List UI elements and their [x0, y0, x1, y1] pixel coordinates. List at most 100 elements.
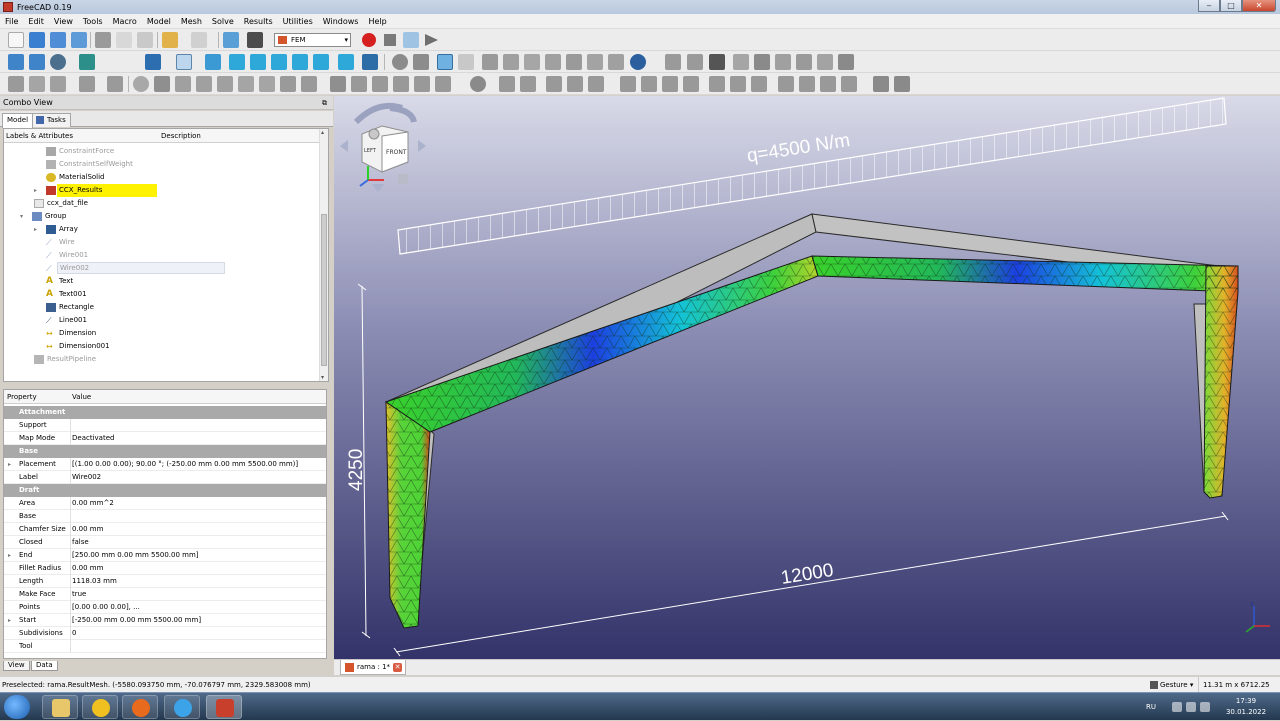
- prop-make-face[interactable]: Make Face true: [4, 588, 326, 601]
- prop-value[interactable]: 0: [72, 627, 76, 640]
- prop-end[interactable]: ▸ End [250.00 mm 0.00 mm 5500.00 mm]: [4, 549, 326, 562]
- initial-temperature-icon[interactable]: [641, 76, 657, 92]
- prop-chamfer-size[interactable]: Chamfer Size 0.00 mm: [4, 523, 326, 536]
- draw-style-icon[interactable]: [50, 54, 66, 70]
- transform-icon[interactable]: [709, 76, 725, 92]
- paste-icon[interactable]: [137, 32, 153, 48]
- result-cut-icon[interactable]: [817, 54, 833, 70]
- material-icon[interactable]: [630, 54, 646, 70]
- polygon-icon[interactable]: [196, 76, 212, 92]
- link-icon[interactable]: [50, 76, 66, 92]
- mesh-grid-icon[interactable]: [458, 54, 474, 70]
- taskbar-freecad[interactable]: [206, 695, 242, 719]
- pulley-icon[interactable]: [778, 76, 794, 92]
- equation-icon[interactable]: [709, 54, 725, 70]
- bspline-icon[interactable]: [217, 76, 233, 92]
- results-show-icon[interactable]: [733, 54, 749, 70]
- language-indicator[interactable]: RU: [1146, 693, 1156, 721]
- expand-arrow-icon[interactable]: ▸: [34, 223, 42, 236]
- document-tab-rama[interactable]: rama : 1* ✕: [340, 660, 406, 675]
- scroll-down-icon[interactable]: ▾: [321, 374, 324, 381]
- flux-icon[interactable]: [546, 76, 562, 92]
- new-document-icon[interactable]: [8, 32, 24, 48]
- isometric-view-icon[interactable]: [176, 54, 192, 70]
- solver-calculix-icon[interactable]: [665, 54, 681, 70]
- whats-this-icon[interactable]: [247, 32, 263, 48]
- 3d-scene[interactable]: q=4500 N/m 4250 12000 FRONT LEFT z: [334, 96, 1280, 659]
- right-view-icon[interactable]: [250, 54, 266, 70]
- expand-arrow-icon[interactable]: ▸: [8, 614, 11, 627]
- prop-fillet-radius[interactable]: Fillet Radius 0.00 mm: [4, 562, 326, 575]
- nav-right-arrow-icon[interactable]: [418, 140, 426, 152]
- tree-item-ccx-results[interactable]: ▸ CCX_Results: [34, 184, 234, 197]
- temperature-icon[interactable]: [683, 76, 699, 92]
- constraint-force-icon[interactable]: [587, 54, 603, 70]
- prop-value[interactable]: 0.00 mm^2: [72, 497, 114, 510]
- front-view-icon[interactable]: [205, 54, 221, 70]
- constraint-fixed-icon[interactable]: [482, 54, 498, 70]
- tree-item-resultpipeline[interactable]: ResultPipeline: [32, 353, 232, 366]
- prop-value[interactable]: 0.00 mm: [72, 523, 103, 536]
- link-actions-icon[interactable]: [79, 76, 95, 92]
- close-tab-icon[interactable]: ✕: [393, 663, 402, 672]
- tree-scroll-thumb[interactable]: [321, 214, 327, 366]
- tree-item-materialsolid[interactable]: MaterialSolid: [44, 171, 244, 184]
- solver-elmer-icon[interactable]: [687, 54, 703, 70]
- prop-value[interactable]: [250.00 mm 0.00 mm 5500.00 mm]: [72, 549, 199, 562]
- menu-help[interactable]: Help: [363, 17, 391, 26]
- expand-arrow-icon[interactable]: ▸: [34, 184, 42, 197]
- circle-icon[interactable]: [133, 76, 149, 92]
- macro-run-icon[interactable]: [425, 34, 438, 46]
- tab-data[interactable]: Data: [31, 661, 58, 671]
- prop-base[interactable]: Base: [4, 510, 326, 523]
- menu-solve[interactable]: Solve: [207, 17, 239, 26]
- left-view-2-icon[interactable]: [338, 54, 354, 70]
- tree-item-ccx-dat-file[interactable]: ccx_dat_file: [32, 197, 232, 210]
- redo-icon[interactable]: [191, 32, 207, 48]
- stereo-icon[interactable]: [145, 54, 161, 70]
- taskbar-clock[interactable]: 17:39 30.01.2022: [1216, 693, 1276, 721]
- group-attachment[interactable]: Attachment: [4, 406, 326, 419]
- nav-down-arrow-icon[interactable]: [372, 184, 384, 192]
- prop-value[interactable]: 1118.03 mm: [72, 575, 117, 588]
- menu-view[interactable]: View: [49, 17, 78, 26]
- prop-value[interactable]: [(1.00 0.00 0.00); 90.00 °; (-250.00 mm …: [72, 458, 298, 471]
- part-icon[interactable]: [8, 76, 24, 92]
- purge-results-icon[interactable]: [754, 54, 770, 70]
- tree-item-wire[interactable]: ⟋ Wire: [44, 236, 244, 249]
- section-icon[interactable]: [799, 76, 815, 92]
- prop-label[interactable]: Label Wire002: [4, 471, 326, 484]
- write-input-icon[interactable]: [499, 76, 515, 92]
- heat-icon[interactable]: [588, 76, 604, 92]
- prop-value[interactable]: Wire002: [72, 471, 101, 484]
- prop-points[interactable]: Points [0.00 0.00 0.00], ...: [4, 601, 326, 614]
- group-base[interactable]: Base: [4, 445, 326, 458]
- menu-results[interactable]: Results: [239, 17, 278, 26]
- result-filter-icon[interactable]: [775, 54, 791, 70]
- minimize-button[interactable]: ‒: [1198, 0, 1220, 12]
- prop-tool[interactable]: Tool: [4, 640, 326, 653]
- tab-model[interactable]: Model: [2, 113, 34, 128]
- tree-item-line001[interactable]: ⟋ Line001: [44, 314, 244, 327]
- prop-start[interactable]: ▸ Start [-250.00 mm 0.00 mm 5500.00 mm]: [4, 614, 326, 627]
- bearing-icon[interactable]: [730, 76, 746, 92]
- prop-map-mode[interactable]: Map Mode Deactivated: [4, 432, 326, 445]
- workbench-selector[interactable]: FEM ▾: [274, 33, 351, 47]
- nav-left-arrow-icon[interactable]: [340, 140, 348, 152]
- macro-record-icon[interactable]: [362, 33, 376, 47]
- tree-item-text001[interactable]: A Text001: [44, 288, 244, 301]
- fluid-icon[interactable]: [620, 76, 636, 92]
- measure-distance-icon[interactable]: [362, 54, 378, 70]
- results-pipeline-icon[interactable]: [437, 54, 453, 70]
- analysis-container-icon[interactable]: [392, 54, 408, 70]
- tree-item-text[interactable]: A Text: [44, 275, 244, 288]
- constraint-tie-icon[interactable]: [545, 54, 561, 70]
- prop-support[interactable]: Support: [4, 419, 326, 432]
- arc-icon[interactable]: [175, 76, 191, 92]
- network-icon[interactable]: [1186, 702, 1196, 712]
- expand-arrow-icon[interactable]: ▸: [8, 458, 11, 471]
- left-view-icon[interactable]: [313, 54, 329, 70]
- save-as-icon[interactable]: [71, 32, 87, 48]
- constraint-contact-icon[interactable]: [524, 54, 540, 70]
- menu-file[interactable]: File: [0, 17, 23, 26]
